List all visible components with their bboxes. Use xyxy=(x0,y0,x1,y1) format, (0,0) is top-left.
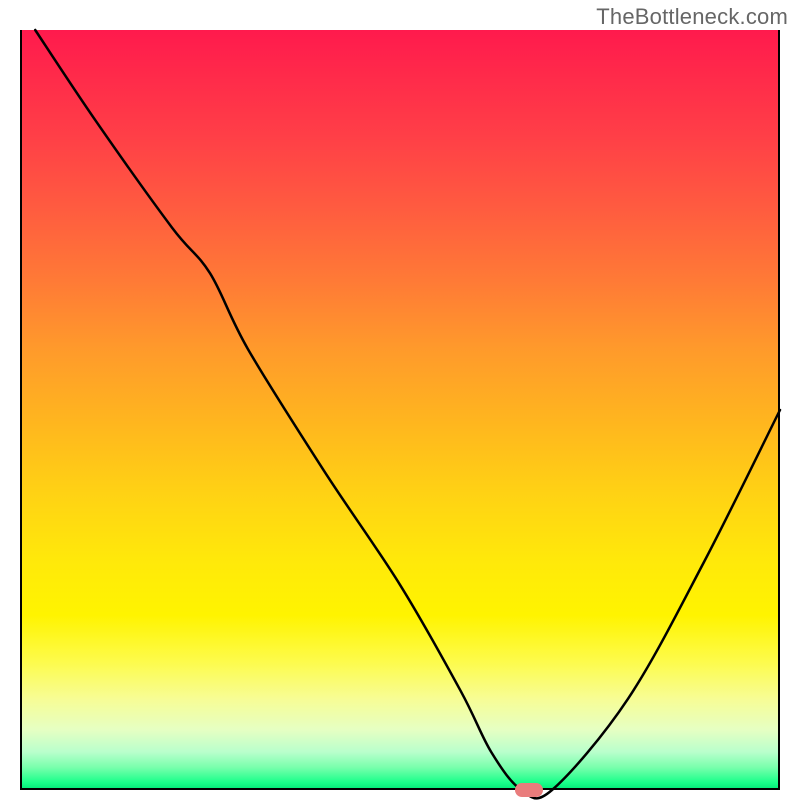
watermark-text: TheBottleneck.com xyxy=(596,4,788,30)
bottleneck-chart: TheBottleneck.com xyxy=(0,0,800,800)
optimal-point-marker xyxy=(515,783,543,797)
bottleneck-curve xyxy=(20,30,780,790)
